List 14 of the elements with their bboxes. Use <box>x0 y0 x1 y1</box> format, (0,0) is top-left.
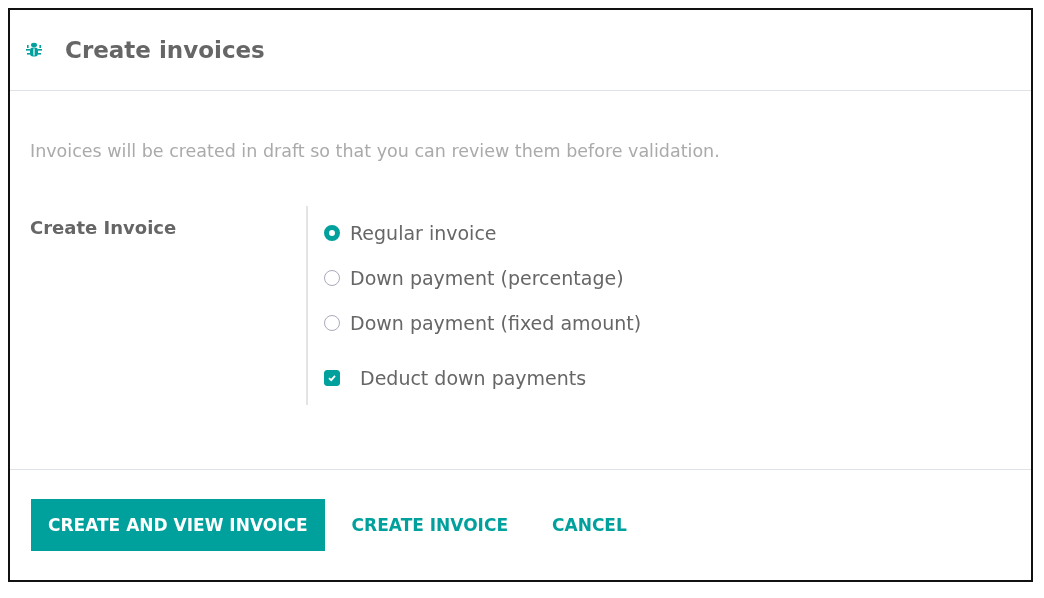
checkmark-icon <box>327 373 337 383</box>
text-button[interactable]: CREATE INVOICE <box>334 499 526 551</box>
option-label[interactable]: Down payment (fixed amount) <box>350 311 642 334</box>
field-label: Create Invoice <box>30 216 178 240</box>
intro-text: Invoices will be created in draft so that you can review them before validation. <box>30 141 721 161</box>
checkbox[interactable] <box>324 370 340 386</box>
bug-icon <box>25 41 43 59</box>
dialog-title: Create invoices <box>65 37 265 63</box>
option-label[interactable]: Down payment (percentage) <box>350 266 624 289</box>
option-label[interactable]: Deduct down payments <box>360 367 587 389</box>
option-label[interactable]: Regular invoice <box>350 221 497 244</box>
text-button[interactable]: CANCEL <box>535 499 644 551</box>
radio-button[interactable] <box>324 224 340 241</box>
primary-button[interactable]: CREATE AND VIEW INVOICE <box>31 499 325 551</box>
